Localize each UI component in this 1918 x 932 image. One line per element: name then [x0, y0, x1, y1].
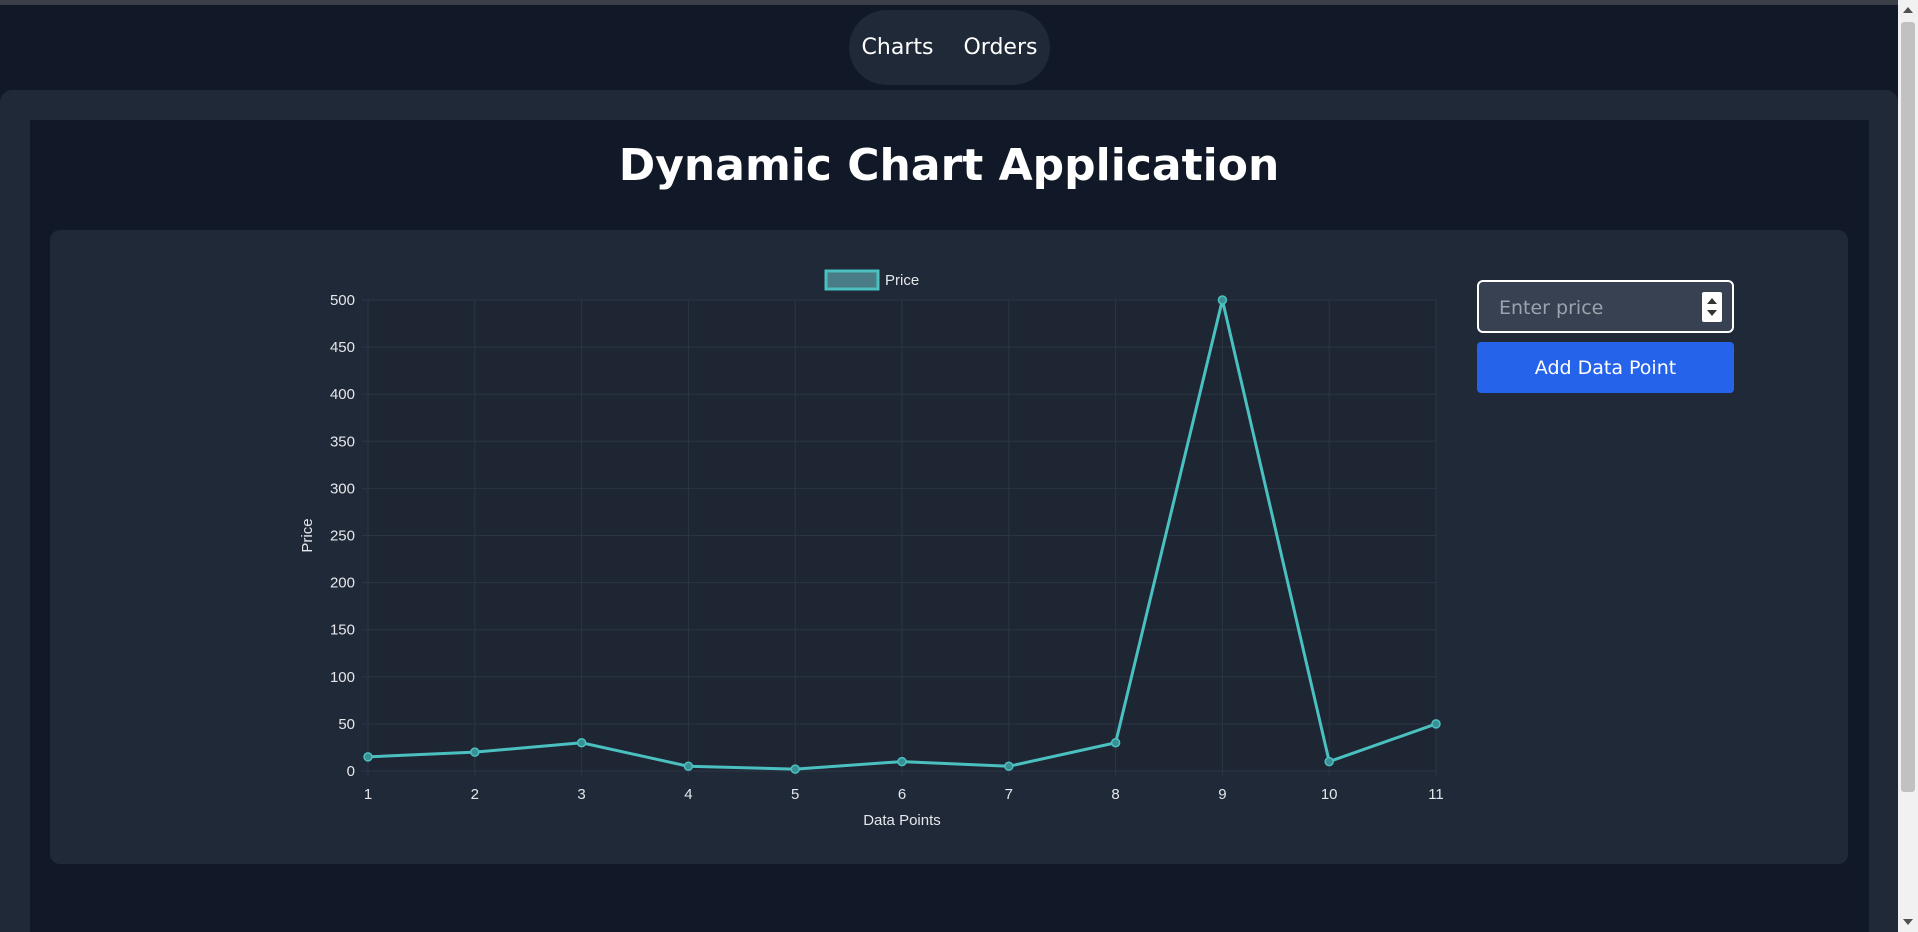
y-tick-label: 450	[330, 339, 355, 356]
x-tick-label: 8	[1111, 786, 1119, 803]
x-tick-label: 6	[898, 786, 906, 803]
stepper-down-icon[interactable]	[1707, 310, 1717, 316]
y-tick-label: 400	[330, 386, 355, 403]
price-data-point	[897, 756, 907, 767]
x-tick-label: 5	[791, 786, 799, 803]
price-input[interactable]	[1497, 282, 1691, 333]
stepper-up-icon[interactable]	[1707, 298, 1717, 304]
price-data-point	[363, 752, 373, 762]
price-data-point	[683, 761, 694, 772]
y-tick-label: 350	[330, 433, 355, 450]
price-data-point	[1431, 719, 1441, 729]
y-tick-label: 100	[330, 669, 355, 686]
scroll-down-icon[interactable]	[1903, 919, 1913, 925]
y-tick-label: 300	[330, 480, 355, 497]
y-tick-label: 150	[330, 622, 355, 639]
x-tick-label: 9	[1218, 786, 1226, 803]
y-tick-label: 250	[330, 528, 355, 545]
price-data-point	[1217, 295, 1228, 305]
price-data-point	[470, 747, 480, 757]
y-tick-label: 200	[330, 575, 355, 592]
x-tick-label: 7	[1005, 786, 1013, 803]
scroll-up-icon[interactable]	[1903, 7, 1913, 13]
add-data-point-button[interactable]: Add Data Point	[1477, 342, 1734, 393]
price-stepper[interactable]	[1702, 292, 1722, 322]
y-tick-label: 50	[338, 716, 355, 733]
y-tick-label: 500	[330, 292, 355, 309]
x-axis-title: Data Points	[863, 812, 941, 829]
y-axis-title: Price	[299, 518, 316, 552]
price-data-point	[1324, 756, 1334, 767]
x-tick-label: 4	[684, 786, 692, 803]
price-data-point	[576, 737, 587, 748]
price-data-point	[1110, 737, 1121, 748]
price-input-wrapper	[1477, 280, 1734, 333]
x-tick-label: 1	[364, 786, 372, 803]
x-tick-label: 10	[1321, 786, 1338, 803]
y-tick-label: 0	[347, 763, 355, 780]
x-tick-label: 11	[1428, 786, 1444, 803]
price-line-chart: 0 50 100 150 200 250 300 350 400 450 500 1 2 3 4 5 6 7 8 9 1…	[299, 269, 1444, 829]
x-tick-label: 2	[471, 786, 479, 803]
price-data-point	[790, 764, 800, 774]
price-data-point	[1004, 761, 1014, 772]
legend-label: Price	[885, 272, 919, 289]
legend-swatch	[824, 269, 880, 291]
scrollbar-thumb[interactable]	[1901, 22, 1915, 792]
vertical-scrollbar[interactable]	[1898, 0, 1918, 932]
x-tick-label: 3	[577, 786, 585, 803]
